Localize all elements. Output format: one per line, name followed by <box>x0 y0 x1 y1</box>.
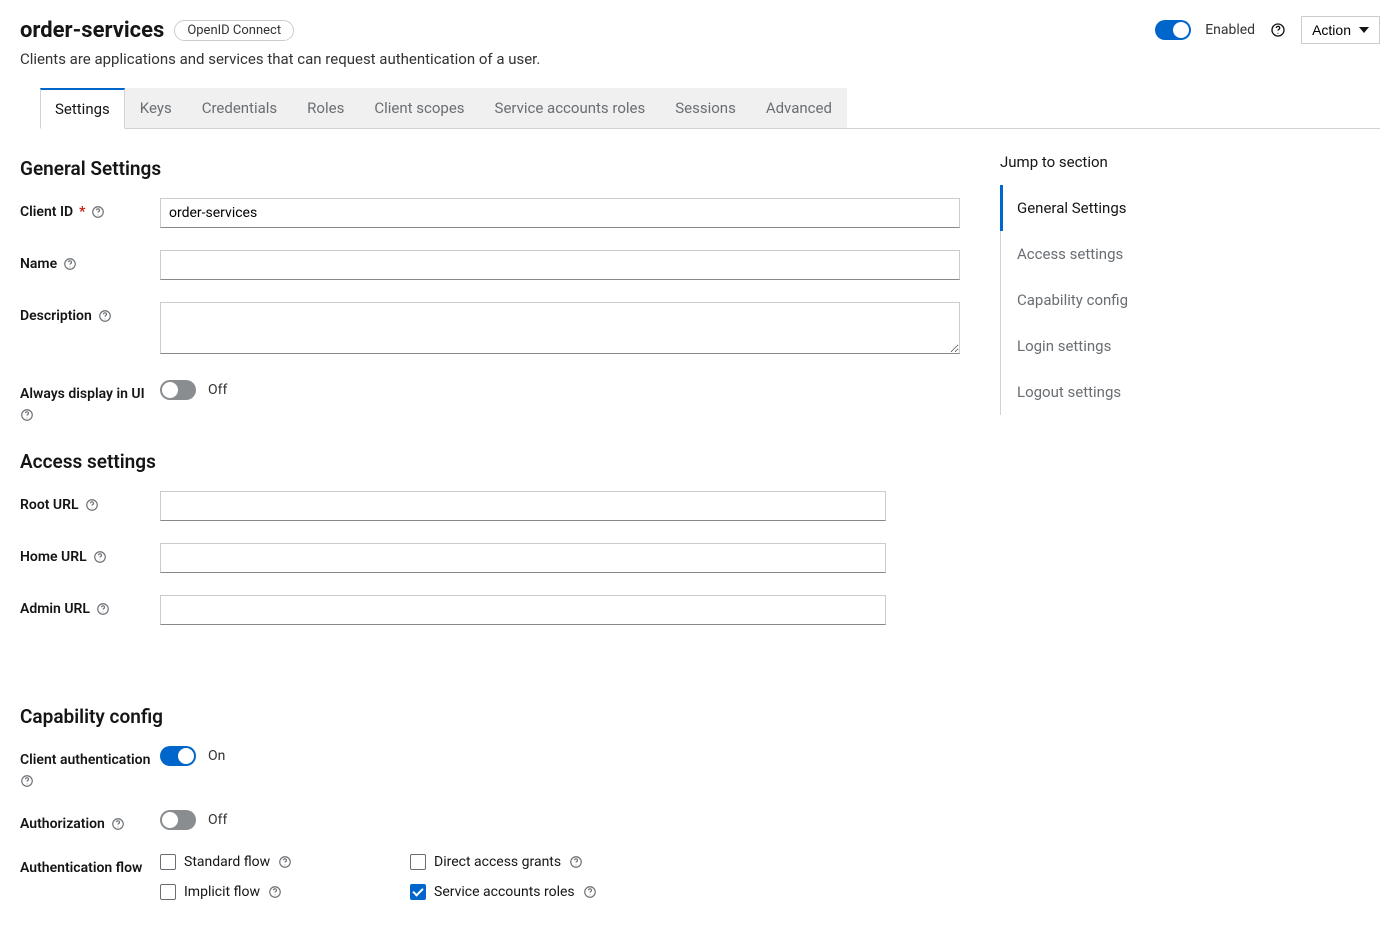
tab-keys[interactable]: Keys <box>125 88 187 128</box>
root-url-input[interactable] <box>160 491 886 521</box>
direct-access-checkbox[interactable] <box>410 854 426 870</box>
help-icon[interactable] <box>1269 21 1287 39</box>
service-accounts-checkbox[interactable] <box>410 884 426 900</box>
tab-settings[interactable]: Settings <box>40 88 125 129</box>
standard-flow-checkbox[interactable] <box>160 854 176 870</box>
required-mark: * <box>79 204 85 220</box>
help-icon[interactable] <box>93 550 107 564</box>
client-auth-state: On <box>208 748 225 764</box>
help-icon[interactable] <box>63 257 77 271</box>
page-title: order-services <box>20 18 164 43</box>
protocol-badge: OpenID Connect <box>174 20 294 41</box>
root-url-label: Root URL <box>20 497 79 513</box>
tabs: Settings Keys Credentials Roles Client s… <box>40 88 1380 129</box>
home-url-input[interactable] <box>160 543 886 573</box>
section-access-title: Access settings <box>20 450 960 473</box>
always-display-state: Off <box>208 382 227 398</box>
help-icon[interactable] <box>98 309 112 323</box>
client-id-label: Client ID <box>20 204 73 220</box>
implicit-flow-label: Implicit flow <box>184 884 260 900</box>
client-auth-label: Client authentication <box>20 752 150 768</box>
tab-client-scopes[interactable]: Client scopes <box>359 88 479 128</box>
section-general-title: General Settings <box>20 157 960 180</box>
tab-credentials[interactable]: Credentials <box>187 88 292 128</box>
jump-item-general[interactable]: General Settings <box>1000 185 1260 231</box>
help-icon[interactable] <box>111 817 125 831</box>
section-capability-title: Capability config <box>20 705 960 728</box>
jump-title: Jump to section <box>1000 153 1260 171</box>
service-accounts-label: Service accounts roles <box>434 884 575 900</box>
direct-access-label: Direct access grants <box>434 854 561 870</box>
action-dropdown[interactable]: Action <box>1301 16 1380 44</box>
enabled-toggle[interactable] <box>1155 20 1191 40</box>
tab-service-accounts-roles[interactable]: Service accounts roles <box>480 88 661 128</box>
help-icon[interactable] <box>569 855 583 869</box>
always-display-label: Always display in UI <box>20 386 145 402</box>
jump-item-login[interactable]: Login settings <box>1001 323 1260 369</box>
jump-item-logout[interactable]: Logout settings <box>1001 369 1260 415</box>
implicit-flow-checkbox[interactable] <box>160 884 176 900</box>
tab-sessions[interactable]: Sessions <box>660 88 751 128</box>
help-icon[interactable] <box>91 205 105 219</box>
name-input[interactable] <box>160 250 960 280</box>
description-label: Description <box>20 308 92 324</box>
standard-flow-label: Standard flow <box>184 854 270 870</box>
name-label: Name <box>20 256 57 272</box>
description-input[interactable] <box>160 302 960 354</box>
page-subtitle: Clients are applications and services th… <box>20 50 1380 68</box>
jump-item-access[interactable]: Access settings <box>1001 231 1260 277</box>
authorization-toggle[interactable] <box>160 810 196 830</box>
help-icon[interactable] <box>96 602 110 616</box>
enabled-label: Enabled <box>1205 22 1255 38</box>
authorization-state: Off <box>208 812 227 828</box>
action-label: Action <box>1312 22 1351 38</box>
help-icon[interactable] <box>85 498 99 512</box>
admin-url-input[interactable] <box>160 595 886 625</box>
help-icon[interactable] <box>20 408 34 422</box>
home-url-label: Home URL <box>20 549 87 565</box>
jump-item-capability[interactable]: Capability config <box>1001 277 1260 323</box>
client-auth-toggle[interactable] <box>160 746 196 766</box>
help-icon[interactable] <box>20 774 34 788</box>
help-icon[interactable] <box>268 885 282 899</box>
always-display-toggle[interactable] <box>160 380 196 400</box>
admin-url-label: Admin URL <box>20 601 90 617</box>
authorization-label: Authorization <box>20 816 105 832</box>
help-icon[interactable] <box>278 855 292 869</box>
help-icon[interactable] <box>583 885 597 899</box>
tab-roles[interactable]: Roles <box>292 88 359 128</box>
client-id-input[interactable] <box>160 198 960 228</box>
tab-advanced[interactable]: Advanced <box>751 88 847 128</box>
caret-down-icon <box>1359 27 1369 33</box>
jump-list: General Settings Access settings Capabil… <box>1000 185 1260 415</box>
auth-flow-label: Authentication flow <box>20 860 142 876</box>
